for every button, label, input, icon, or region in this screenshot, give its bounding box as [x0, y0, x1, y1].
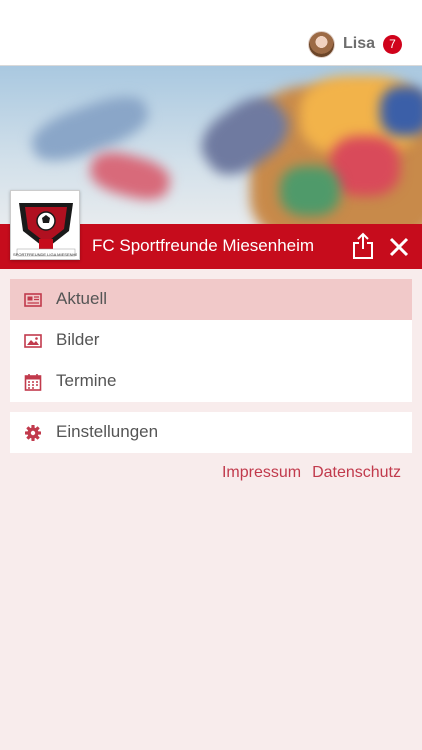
newspaper-icon	[24, 293, 42, 307]
club-logo-text: SPORTFREUNDE LIGA MIESENHEIM	[13, 252, 77, 257]
notification-badge[interactable]: 7	[383, 34, 402, 54]
menu-item-label: Bilder	[56, 330, 100, 349]
club-name: FC Sportfreunde Miesenheim	[92, 236, 315, 255]
gear-icon	[25, 425, 41, 441]
share-icon[interactable]	[351, 232, 375, 260]
impressum-link[interactable]: Impressum	[222, 464, 301, 482]
club-logo: SPORTFREUNDE LIGA MIESENHEIM	[10, 190, 80, 260]
menu-item-aktuell[interactable]: Aktuell	[10, 279, 412, 320]
avatar[interactable]	[307, 30, 335, 58]
close-icon[interactable]	[388, 236, 410, 258]
menu-item-bilder[interactable]: Bilder	[10, 320, 412, 361]
main-menu: Aktuell Bilder Termine	[10, 279, 412, 402]
menu-item-label: Termine	[56, 371, 117, 390]
image-icon	[24, 334, 42, 348]
user-name[interactable]: Lisa	[343, 35, 375, 53]
datenschutz-link[interactable]: Datenschutz	[312, 464, 401, 482]
club-crest-icon	[11, 191, 79, 259]
footer-links: Impressum Datenschutz	[222, 464, 401, 482]
settings-menu: Einstellungen	[10, 412, 412, 453]
top-bar: Lisa 7	[0, 0, 422, 66]
menu-item-label: Einstellungen	[56, 422, 159, 441]
calendar-icon	[24, 374, 42, 391]
menu-item-einstellungen[interactable]: Einstellungen	[10, 412, 412, 453]
menu-item-label: Aktuell	[56, 289, 108, 308]
menu-item-termine[interactable]: Termine	[10, 361, 412, 402]
user-profile[interactable]: Lisa 7	[307, 30, 402, 58]
